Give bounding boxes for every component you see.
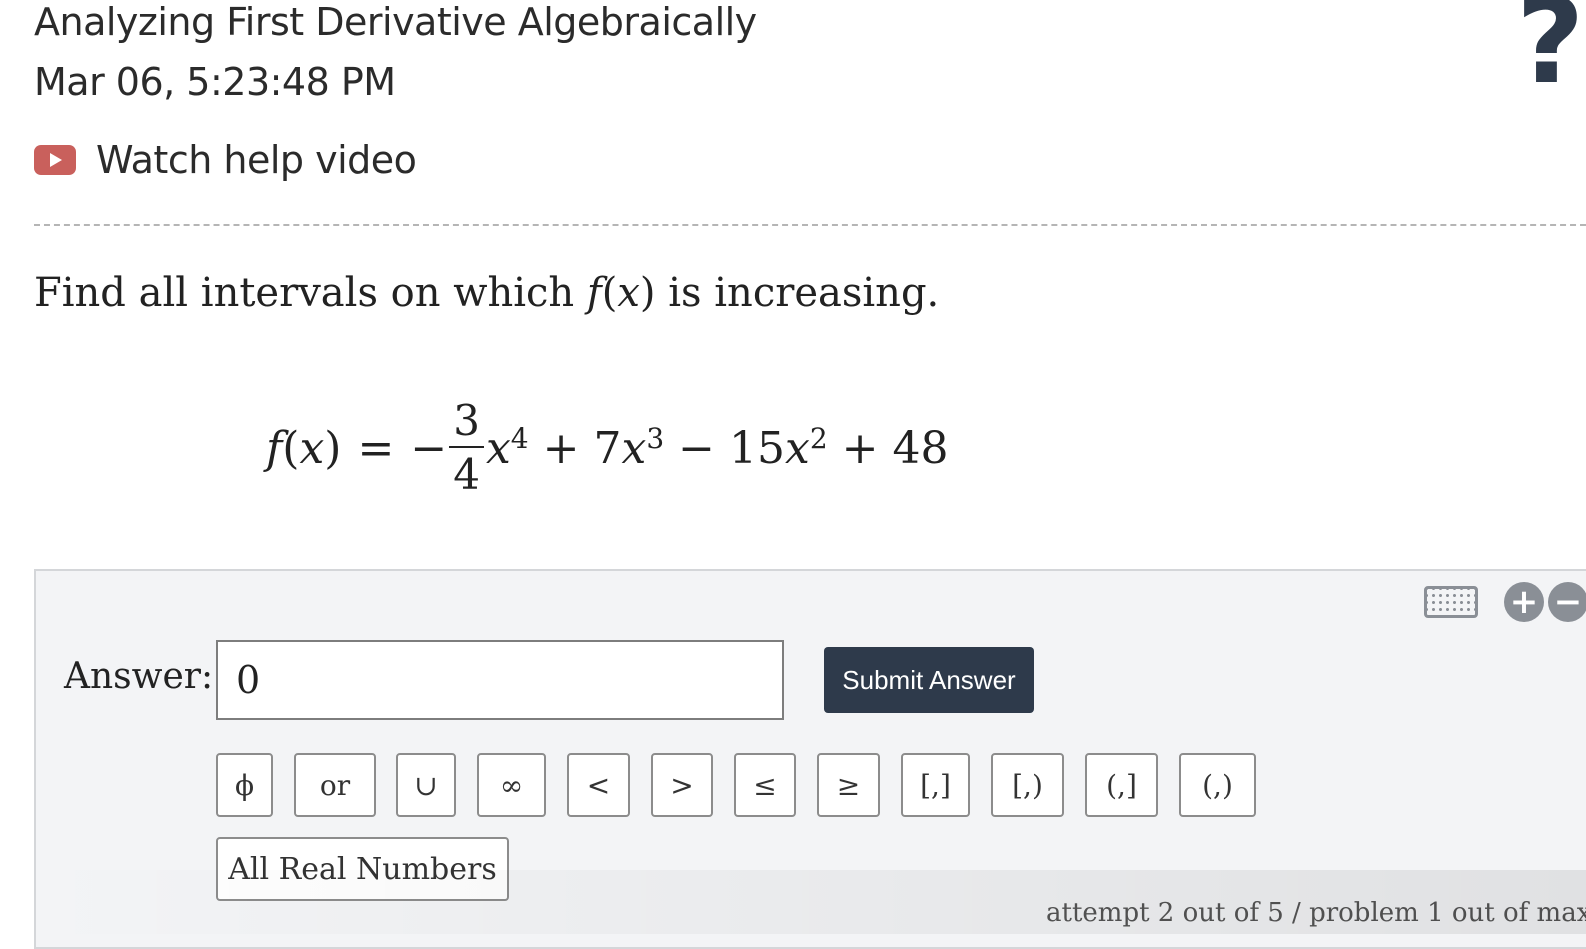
formula-lhs-close: ) (324, 422, 342, 474)
section-divider (34, 224, 1586, 226)
formula-fraction: 3 4 (449, 400, 484, 496)
video-play-icon (34, 145, 76, 175)
question-suffix: is increasing. (655, 270, 940, 316)
less-equal-button[interactable]: ≤ (734, 753, 796, 817)
less-than-button[interactable]: < (567, 753, 630, 817)
attempt-status: attempt 2 out of 5 / problem 1 out of ma… (1046, 898, 1586, 928)
term2-var: x (621, 422, 647, 474)
closed-interval-button[interactable]: [,] (901, 753, 970, 817)
page-title: Analyzing First Derivative Algebraically (34, 0, 757, 44)
question-func: f (586, 270, 602, 316)
help-video-link[interactable]: Watch help video (34, 138, 417, 182)
timestamp: Mar 06, 5:23:48 PM (34, 60, 396, 104)
empty-set-button[interactable]: ϕ (216, 753, 273, 817)
formula-equals: = (357, 422, 395, 474)
zoom-in-icon[interactable]: + (1504, 582, 1544, 622)
term3-exp: 2 (809, 421, 828, 455)
answer-label: Answer: (64, 656, 214, 697)
zoom-out-icon[interactable]: − (1548, 582, 1586, 622)
formula-minus-2: − (678, 422, 716, 474)
answer-input[interactable] (216, 640, 784, 720)
question-var: x (617, 270, 640, 316)
term1-exp: 4 (510, 421, 529, 455)
formula-lhs-x: x (299, 422, 325, 474)
greater-than-button[interactable]: > (651, 753, 713, 817)
term3-coef: 15 (729, 422, 786, 474)
formula-lhs-f: f (266, 422, 283, 474)
formula-minus: − (410, 422, 448, 474)
question-text: Find all intervals on which f(x) is incr… (34, 270, 939, 316)
help-question-icon[interactable]: ? (1516, 0, 1584, 100)
union-button[interactable]: ∪ (396, 753, 456, 817)
submit-answer-button[interactable]: Submit Answer (824, 647, 1034, 713)
formula-lhs-open: ( (282, 422, 300, 474)
fraction-denominator: 4 (453, 450, 480, 499)
open-closed-interval-button[interactable]: (,] (1085, 753, 1158, 817)
fraction-numerator: 3 (449, 400, 484, 448)
or-button[interactable]: or (294, 753, 376, 817)
closed-open-interval-button[interactable]: [,) (991, 753, 1064, 817)
keyboard-icon[interactable] (1424, 586, 1478, 618)
infinity-button[interactable]: ∞ (477, 753, 546, 817)
formula-plus-2: + (841, 422, 879, 474)
question-close-paren: ) (639, 270, 656, 316)
all-real-numbers-button[interactable]: All Real Numbers (216, 837, 509, 901)
open-interval-button[interactable]: (,) (1179, 753, 1256, 817)
greater-equal-button[interactable]: ≥ (817, 753, 880, 817)
term2-coef: 7 (593, 422, 622, 474)
term1-var: x (485, 422, 511, 474)
formula-constant: 48 (892, 422, 949, 474)
formula-plus-1: + (542, 422, 580, 474)
question-prefix: Find all intervals on which (34, 270, 587, 316)
question-open-paren: ( (601, 270, 618, 316)
term2-exp: 3 (646, 421, 665, 455)
function-formula: f ( x ) = − 3 4 x4 + 7x3 − 15 x 2 + 48 (266, 400, 949, 496)
help-video-label: Watch help video (96, 138, 417, 182)
term3-var: x (785, 422, 810, 474)
